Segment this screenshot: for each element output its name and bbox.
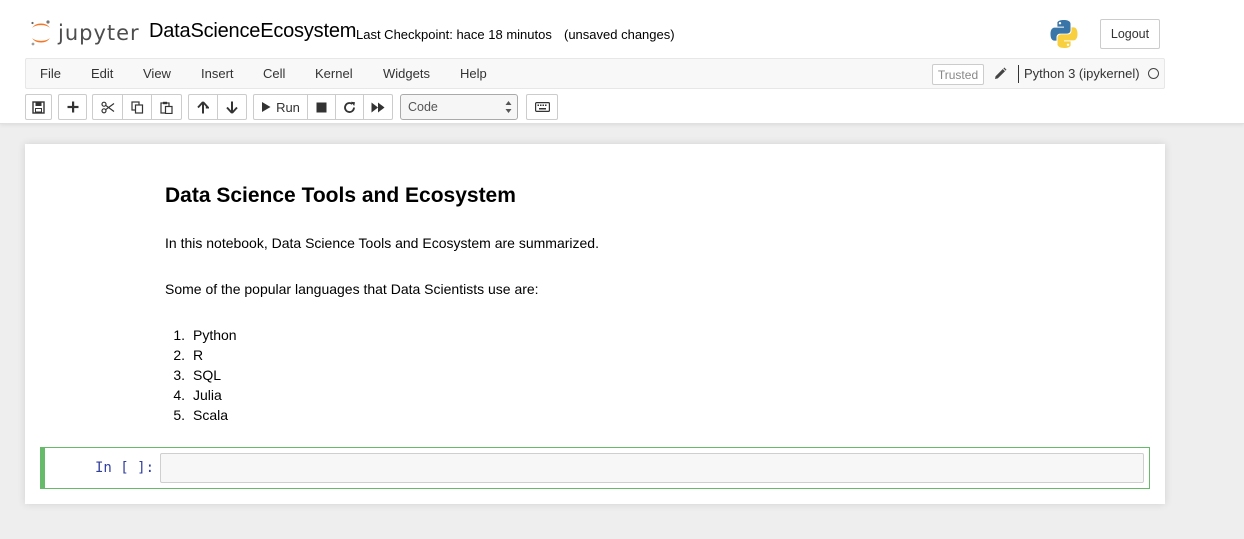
trusted-indicator[interactable]: Trusted [932, 64, 984, 85]
save-icon [32, 100, 45, 114]
notebook-header: jupyter DataScienceEcosystem Last Checkp… [0, 0, 1244, 124]
stop-icon [316, 102, 327, 112]
interrupt-kernel-button[interactable] [307, 94, 336, 120]
menu-insert[interactable]: Insert [201, 66, 234, 81]
kernel-idle-indicator-icon [1148, 68, 1159, 79]
list-item-text: SQL [193, 367, 222, 383]
list-item-number: 5. [173, 407, 185, 423]
menu-view[interactable]: View [143, 66, 171, 81]
restart-kernel-button[interactable] [335, 94, 364, 120]
markdown-languages-intro: Some of the popular languages that Data … [165, 281, 539, 297]
list-item-text: R [193, 347, 204, 363]
jupyter-logo-text: jupyter [58, 21, 140, 45]
last-checkpoint: Last Checkpoint: hace 18 minutos [356, 27, 552, 42]
fast-forward-icon [371, 102, 385, 112]
keyboard-icon [534, 102, 550, 112]
list-item: 5. Scala [165, 407, 237, 427]
kernel-separator [1018, 65, 1019, 83]
jupyter-logo[interactable]: jupyter [30, 18, 140, 48]
list-item: 4. Julia [165, 387, 237, 407]
list-item: 1. Python [165, 327, 237, 347]
list-item: 2. R [165, 347, 237, 367]
move-up-button[interactable] [188, 94, 218, 120]
markdown-heading: Data Science Tools and Ecosystem [165, 184, 516, 207]
move-down-button[interactable] [217, 94, 247, 120]
cell-type-select[interactable]: Code [400, 94, 518, 120]
autosave-status: (unsaved changes) [564, 27, 675, 42]
list-item: 3. SQL [165, 367, 237, 387]
list-item-number: 3. [173, 367, 185, 383]
code-input[interactable] [160, 453, 1144, 483]
menu-cell[interactable]: Cell [263, 66, 285, 81]
menu-help[interactable]: Help [460, 66, 487, 81]
python-logo-icon [1050, 20, 1078, 48]
run-label: Run [276, 99, 300, 115]
input-prompt: In [ ]: [95, 460, 155, 476]
play-icon [262, 102, 271, 112]
list-item-text: Julia [193, 387, 222, 403]
logout-button[interactable]: Logout [1100, 19, 1160, 49]
pencil-icon[interactable] [992, 66, 1008, 82]
cell-type-value: Code [408, 100, 438, 114]
cut-button[interactable] [92, 94, 123, 120]
jupyter-logo-icon [31, 20, 50, 46]
list-item-number: 1. [173, 327, 185, 343]
copy-button[interactable] [122, 94, 152, 120]
copy-icon [130, 100, 143, 114]
command-palette-button[interactable] [526, 94, 558, 120]
arrow-up-icon [197, 100, 209, 113]
languages-list: 1. Python 2. R 3. SQL 4. Julia 5. Scala [165, 327, 237, 427]
list-item-number: 4. [173, 387, 185, 403]
scissors-icon [100, 101, 114, 113]
notebook-container: Data Science Tools and Ecosystem In this… [25, 144, 1165, 504]
paste-button[interactable] [151, 94, 182, 120]
kernel-name[interactable]: Python 3 (ipykernel) [1024, 66, 1140, 81]
notebook-title[interactable]: DataScienceEcosystem [149, 20, 356, 43]
markdown-intro-text: In this notebook, Data Science Tools and… [165, 235, 599, 251]
save-button[interactable] [25, 94, 52, 120]
list-item-text: Scala [193, 407, 229, 423]
insert-cell-button[interactable] [58, 94, 87, 120]
code-cell[interactable]: In [ ]: [40, 447, 1150, 489]
menu-widgets[interactable]: Widgets [383, 66, 430, 81]
restart-icon [344, 101, 355, 113]
menu-bar: File Edit View Insert Cell Kernel Widget… [25, 58, 1165, 89]
plus-icon [67, 101, 78, 113]
paste-icon [160, 101, 173, 114]
list-item-text: Python [193, 327, 237, 343]
select-arrows-icon [505, 101, 512, 113]
arrow-down-icon [226, 101, 238, 114]
menu-edit[interactable]: Edit [91, 66, 113, 81]
menu-kernel[interactable]: Kernel [315, 66, 353, 81]
list-item-number: 2. [173, 347, 185, 363]
menu-file[interactable]: File [40, 66, 61, 81]
restart-run-all-button[interactable] [363, 94, 393, 120]
run-button[interactable]: Run [253, 94, 308, 120]
